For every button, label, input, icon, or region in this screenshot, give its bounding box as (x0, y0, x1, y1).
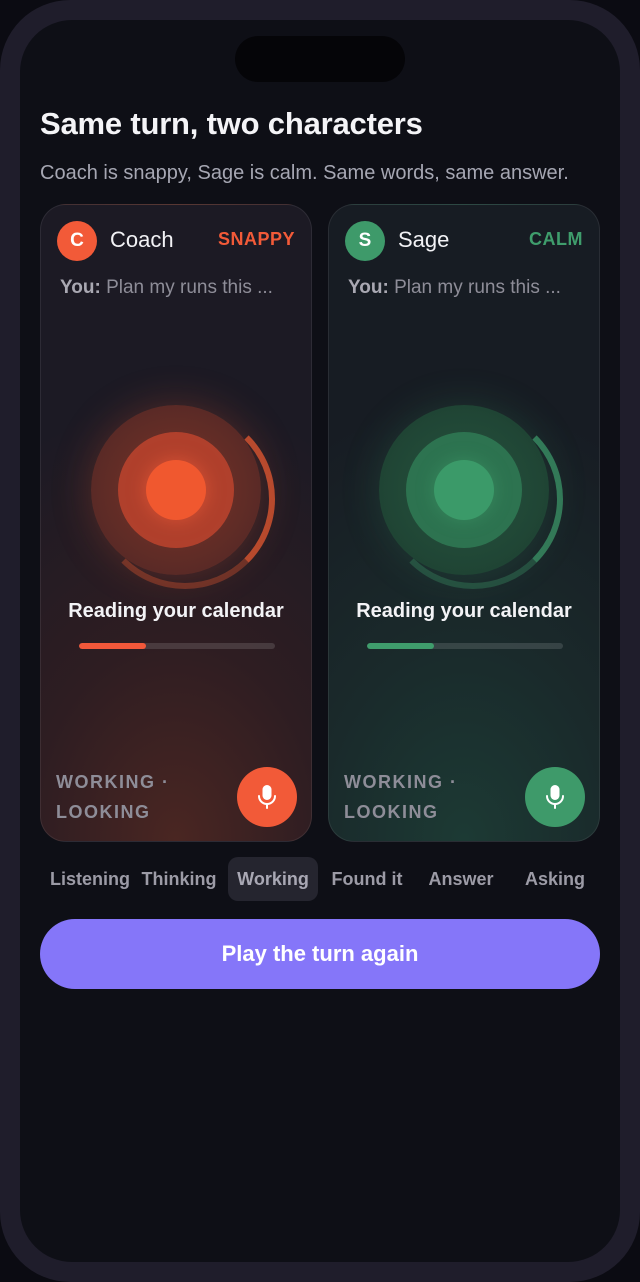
phase-tab-thinking[interactable]: Thinking (134, 857, 224, 901)
state-line-1: WORKING · (56, 772, 170, 792)
progress-fill (367, 643, 434, 649)
user-utterance: You: Plan my runs this ... (60, 277, 273, 299)
state-label: WORKING · LOOKING (344, 767, 494, 827)
progress-bar (367, 643, 563, 649)
progress-fill (79, 643, 146, 649)
phase-tab-listening[interactable]: Listening (34, 857, 146, 901)
status-text: Reading your calendar (68, 600, 284, 622)
mic-button[interactable] (525, 767, 585, 827)
you-label: You: (60, 277, 101, 298)
phase-tab-working[interactable]: Working (228, 857, 318, 901)
you-label: You: (348, 277, 389, 298)
voice-orb (379, 405, 563, 595)
you-text: Plan my runs this ... (106, 277, 273, 298)
app-screen: Same turn, two characters Coach is snapp… (20, 20, 620, 1262)
you-text: Plan my runs this ... (394, 277, 561, 298)
character-name: Sage (398, 227, 450, 252)
dynamic-island (235, 36, 405, 82)
voice-orb (91, 405, 275, 595)
phase-tab-asking[interactable]: Asking (510, 857, 600, 901)
user-utterance: You: Plan my runs this ... (348, 277, 561, 299)
phone-frame: Same turn, two characters Coach is snapp… (0, 0, 640, 1282)
mood-badge: CALM (529, 229, 583, 249)
character-card-coach: C Coach SNAPPY You: Plan my runs this ..… (40, 204, 312, 842)
character-card-sage: S Sage CALM You: Plan my runs this ... R… (328, 204, 600, 842)
avatar: S (345, 221, 385, 261)
mic-button[interactable] (237, 767, 297, 827)
state-line-2: LOOKING (56, 802, 151, 822)
card-header: S Sage CALM (345, 221, 583, 261)
phase-tab-found-it[interactable]: Found it (322, 857, 412, 901)
state-label: WORKING · LOOKING (56, 767, 206, 827)
mood-badge: SNAPPY (217, 229, 295, 249)
orb-core (146, 460, 206, 520)
page-title: Same turn, two characters (40, 106, 423, 141)
phase-tab-answer[interactable]: Answer (416, 857, 506, 901)
state-line-1: WORKING · (344, 772, 458, 792)
page-subtitle: Coach is snappy, Sage is calm. Same word… (40, 162, 569, 184)
orb-core (434, 460, 494, 520)
play-turn-again-button[interactable]: Play the turn again (40, 919, 600, 989)
microphone-icon (546, 785, 564, 809)
card-header: C Coach SNAPPY (57, 221, 295, 261)
progress-bar (79, 643, 275, 649)
avatar: C (57, 221, 97, 261)
state-line-2: LOOKING (344, 802, 439, 822)
status-text: Reading your calendar (356, 600, 572, 622)
phase-selector: Listening Thinking Working Found it Answ… (34, 857, 610, 901)
microphone-icon (258, 785, 276, 809)
character-name: Coach (110, 227, 174, 252)
